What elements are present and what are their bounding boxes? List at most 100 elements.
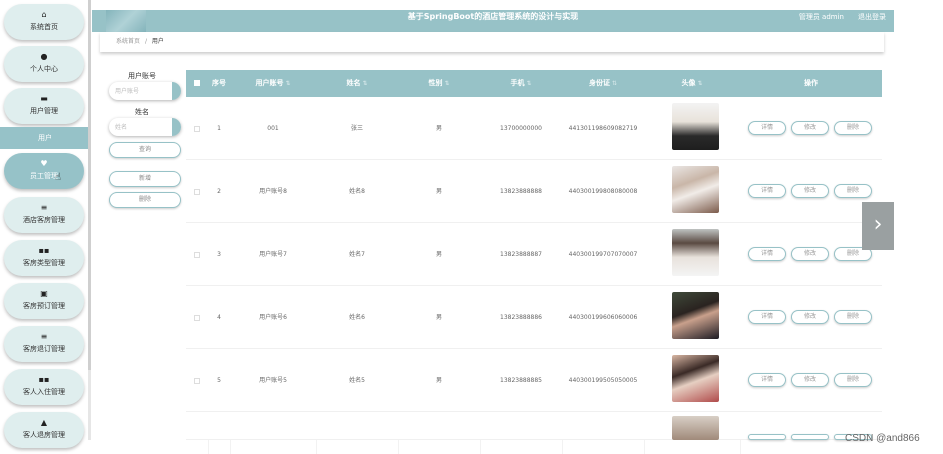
sidebar-item-label: 酒店客房管理: [23, 216, 65, 224]
account-search-input[interactable]: [109, 82, 181, 100]
table-row: 1 001 张三 男 13700000000 44130119860908271…: [186, 97, 882, 160]
row-checkbox[interactable]: [194, 314, 200, 321]
col-name[interactable]: 姓名 ⇅: [316, 70, 398, 97]
delete-row-button[interactable]: 删除: [834, 121, 872, 135]
sidebar-item-checkout[interactable]: ▲ 客人退房管理: [4, 412, 84, 448]
name-field-label: 姓名: [135, 108, 149, 116]
sidebar-subitem-user[interactable]: 用户: [0, 127, 90, 149]
cell-index: 5: [217, 377, 221, 384]
sidebar-item-checkin[interactable]: ▪▪ 客人入住管理: [4, 369, 84, 405]
sidebar-item-cancel-booking[interactable]: ≡ 客房退订管理: [4, 326, 84, 362]
logout-link[interactable]: 退出登录: [858, 12, 886, 22]
col-idcard-label: 身份证: [588, 79, 610, 87]
sidebar-item-room-types[interactable]: ▪▪ 客房类型管理: [4, 240, 84, 276]
chevron-right-icon[interactable]: ›: [862, 202, 894, 250]
detail-button[interactable]: [748, 434, 786, 440]
edit-button[interactable]: 修改: [791, 121, 829, 135]
breadcrumb: 系统首页 / 用户: [100, 32, 884, 52]
row-checkbox[interactable]: [194, 377, 200, 384]
col-index: 序号: [212, 79, 226, 87]
cell-account: 用户账号5: [259, 377, 287, 384]
breadcrumb-home[interactable]: 系统首页: [116, 38, 140, 45]
cell-gender: 男: [435, 314, 442, 321]
user-icon: ●: [40, 52, 48, 61]
col-gender[interactable]: 性别 ⇅: [398, 70, 480, 97]
query-button[interactable]: 查询: [109, 142, 181, 158]
table-row: 5 用户账号5 姓名5 男 13823888885 44030019950505…: [186, 349, 882, 412]
sidebar-item-profile[interactable]: ● 个人中心: [4, 46, 84, 82]
row-checkbox[interactable]: [194, 188, 200, 195]
row-select-cell[interactable]: [186, 349, 208, 412]
input-accent-tab: [172, 82, 181, 100]
page-title: 基于SpringBoot的酒店管理系统的设计与实现: [407, 12, 579, 21]
col-account-label: 用户账号: [255, 79, 284, 87]
col-account[interactable]: 用户账号 ⇅: [230, 70, 316, 97]
cell-avatar: [644, 412, 740, 440]
app-root: ⌂ 系统首页 ● 个人中心 ▬ 用户管理 用户 ♥ 员工管理 ☝ ≡ 酒店客房管…: [0, 0, 943, 454]
detail-button[interactable]: 详情: [748, 184, 786, 198]
add-button[interactable]: 新增: [109, 171, 181, 187]
detail-button[interactable]: 详情: [748, 373, 786, 387]
row-select-cell[interactable]: [186, 97, 208, 160]
avatar-image[interactable]: [672, 229, 719, 276]
sidebar-item-staff[interactable]: ♥ 员工管理: [4, 153, 84, 189]
delete-button[interactable]: 删除: [109, 192, 181, 208]
delete-row-button[interactable]: 删除: [834, 310, 872, 324]
col-avatar-label: 头像: [681, 79, 696, 87]
row-actions: 详情 修改 删除: [740, 349, 882, 412]
row-checkbox[interactable]: [194, 125, 200, 132]
col-idcard[interactable]: 身份证 ⇅: [562, 70, 644, 97]
sidebar-item-label: 客房类型管理: [23, 259, 65, 267]
row-checkbox[interactable]: [194, 251, 200, 258]
sidebar-scrollbar-thumb[interactable]: [88, 0, 91, 370]
sidebar-item-label: 系统首页: [30, 23, 58, 31]
col-name-label: 姓名: [346, 79, 361, 87]
users-icon: ▬: [40, 94, 48, 103]
sidebar-item-label: 个人中心: [30, 65, 58, 73]
detail-button[interactable]: 详情: [748, 310, 786, 324]
delete-row-button[interactable]: 删除: [834, 184, 872, 198]
sidebar-item-label: 员工管理: [30, 172, 58, 180]
detail-button[interactable]: 详情: [748, 247, 786, 261]
cell-name: 姓名5: [349, 377, 365, 384]
row-select-cell[interactable]: [186, 223, 208, 286]
col-phone[interactable]: 手机 ⇅: [480, 70, 562, 97]
detail-button[interactable]: 详情: [748, 121, 786, 135]
edit-button[interactable]: 修改: [791, 247, 829, 261]
delete-row-button[interactable]: 删除: [834, 373, 872, 387]
edit-button[interactable]: 修改: [791, 310, 829, 324]
name-search-input[interactable]: [109, 118, 181, 136]
sidebar-item-users[interactable]: ▬ 用户管理: [4, 88, 84, 124]
row-actions: 详情 修改 删除: [740, 223, 882, 286]
table-row: 3 用户账号7 姓名7 男 13823888887 44030019970707…: [186, 223, 882, 286]
edit-button[interactable]: 修改: [791, 373, 829, 387]
edit-button[interactable]: [791, 434, 829, 440]
row-select-cell[interactable]: [186, 286, 208, 349]
avatar-image[interactable]: [672, 355, 719, 402]
avatar-image[interactable]: [672, 292, 719, 339]
cell-idcard: 441301198609082719: [568, 125, 638, 132]
sort-icon: ⇅: [526, 80, 532, 87]
avatar-image[interactable]: [672, 166, 719, 213]
breadcrumb-current: 用户: [151, 38, 164, 45]
sidebar-item-home[interactable]: ⌂ 系统首页: [4, 4, 84, 40]
home-icon: ⌂: [41, 10, 47, 19]
row-select-cell[interactable]: [186, 160, 208, 223]
cell-avatar: [644, 160, 740, 223]
thumb-icon: ▲: [40, 418, 48, 427]
current-user: 管理员 admin: [798, 13, 844, 21]
avatar-image[interactable]: [672, 103, 719, 150]
col-avatar[interactable]: 头像 ⇅: [644, 70, 740, 97]
account-input-wrap: [100, 82, 184, 100]
row-actions: 详情 修改 删除: [740, 97, 882, 160]
avatar-image[interactable]: [672, 416, 719, 440]
sort-icon: ⇅: [697, 80, 703, 87]
cell-phone: 13700000000: [500, 125, 542, 132]
grid-icon: ▪▪: [38, 246, 50, 255]
sidebar-item-booking[interactable]: ▣ 客房预订管理: [4, 283, 84, 319]
select-all-cell[interactable]: [186, 70, 208, 97]
select-all-checkbox[interactable]: [194, 80, 200, 86]
sidebar-item-rooms[interactable]: ≡ 酒店客房管理: [4, 197, 84, 233]
cell-name: 姓名8: [349, 188, 365, 195]
edit-button[interactable]: 修改: [791, 184, 829, 198]
